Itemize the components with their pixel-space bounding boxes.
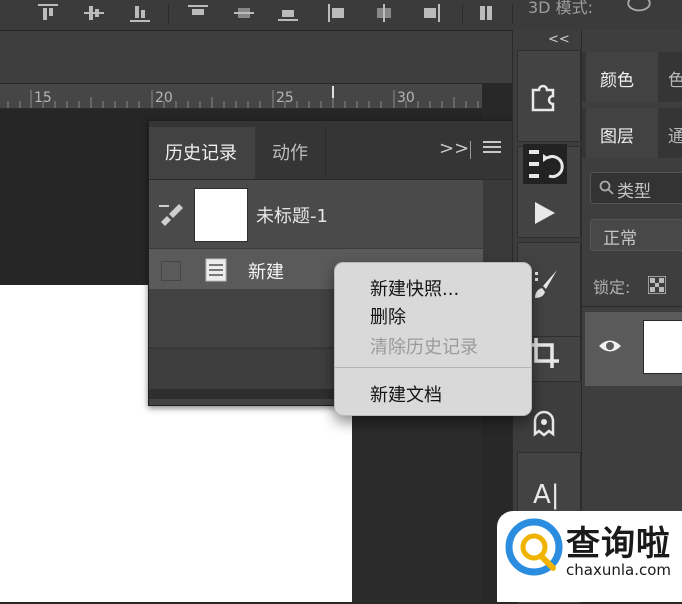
lock-label: 锁定: [593,278,631,297]
puppet-icon[interactable] [527,408,561,442]
context-menu: 新建快照... 删除 清除历史记录 新建文档 [334,262,532,416]
lock-transparency-icon[interactable] [648,276,666,294]
watermark-url: chaxunla.com [566,561,671,579]
horizontal-ruler: 15 20 25 30 [0,84,482,109]
history-brush-icon[interactable] [523,144,567,184]
3d-mode-label: 3D 模式: [528,0,593,17]
eye-icon[interactable] [598,337,622,355]
history-brush-source-icon[interactable] [157,200,185,228]
watermark-title: 查询啦 [566,524,671,564]
auto-align-icon[interactable] [478,4,500,22]
history-panel-tabbar: 历史记录 动作 >> [149,121,513,180]
ruler-label: 15 [34,90,52,106]
menu-item-new-snapshot[interactable]: 新建快照... [370,275,459,301]
distribute-right-icon[interactable] [418,4,442,22]
tab-swatches[interactable]: 色 [668,66,682,91]
distribute-left-icon[interactable] [326,4,350,22]
text-tool-icon[interactable]: A| [533,480,560,510]
tab-divider [325,127,326,179]
ruler-label: 20 [155,90,173,106]
menu-item-clear-history: 清除历史记录 [370,337,478,358]
tab-actions[interactable]: 动作 [272,139,308,165]
crop-icon[interactable] [527,336,561,370]
history-source-checkbox[interactable] [161,261,181,281]
layer-filter-select[interactable]: 类型 [590,172,682,204]
layers-panel-tabbar: 图层 通 [582,108,682,158]
align-bottom-icon[interactable] [128,4,152,22]
blend-mode-value: 正常 [603,229,637,249]
distribute-vcenter-icon[interactable] [232,4,256,22]
tabbar-divider [470,141,471,159]
layer-filter-label: 类型 [617,182,651,202]
toolbar-separator [512,4,513,24]
new-document-icon [205,258,227,282]
toolbar-separator [168,4,169,24]
snapshot-thumbnail [194,188,248,242]
menu-item-delete[interactable]: 删除 [370,303,406,329]
distribute-top-icon[interactable] [186,4,210,22]
distribute-hcenter-icon[interactable] [372,4,396,22]
brush-icon[interactable] [527,266,561,300]
options-bar: 3D 模式: [0,0,682,31]
layer-thumbnail [643,320,682,374]
expand-panel-button[interactable]: >> [439,138,469,159]
ruler-label: 30 [397,90,415,106]
tab-history-label: 历史记录 [165,143,237,164]
snapshot-row[interactable]: 未标题-1 [149,180,483,249]
align-vcenter-icon[interactable] [82,4,106,22]
watermark-logo-icon [505,518,563,576]
3d-orbit-icon[interactable] [622,0,656,14]
snapshot-label: 未标题-1 [256,206,328,227]
ruler-label: 25 [276,90,294,106]
menu-separator [335,367,531,368]
collapse-panels-button[interactable]: << [548,32,570,47]
history-state-label: 新建 [248,262,284,283]
divider [582,306,682,307]
menu-item-new-document[interactable]: 新建文档 [370,381,442,407]
blend-mode-select[interactable]: 正常 [590,219,682,251]
align-top-icon[interactable] [36,4,60,22]
tab-layers-label: 图层 [600,127,634,147]
document-tab-bar [0,31,512,84]
play-icon[interactable] [527,196,561,230]
search-icon [599,180,614,195]
color-panel-tabbar: 颜色 色 [582,52,682,102]
tab-channels[interactable]: 通 [668,122,682,147]
toolbar-separator [462,4,463,24]
tab-color-label: 颜色 [600,71,634,91]
puzzle-icon[interactable] [527,78,561,112]
distribute-bottom-icon[interactable] [276,4,300,22]
panel-menu-icon[interactable] [483,140,501,154]
